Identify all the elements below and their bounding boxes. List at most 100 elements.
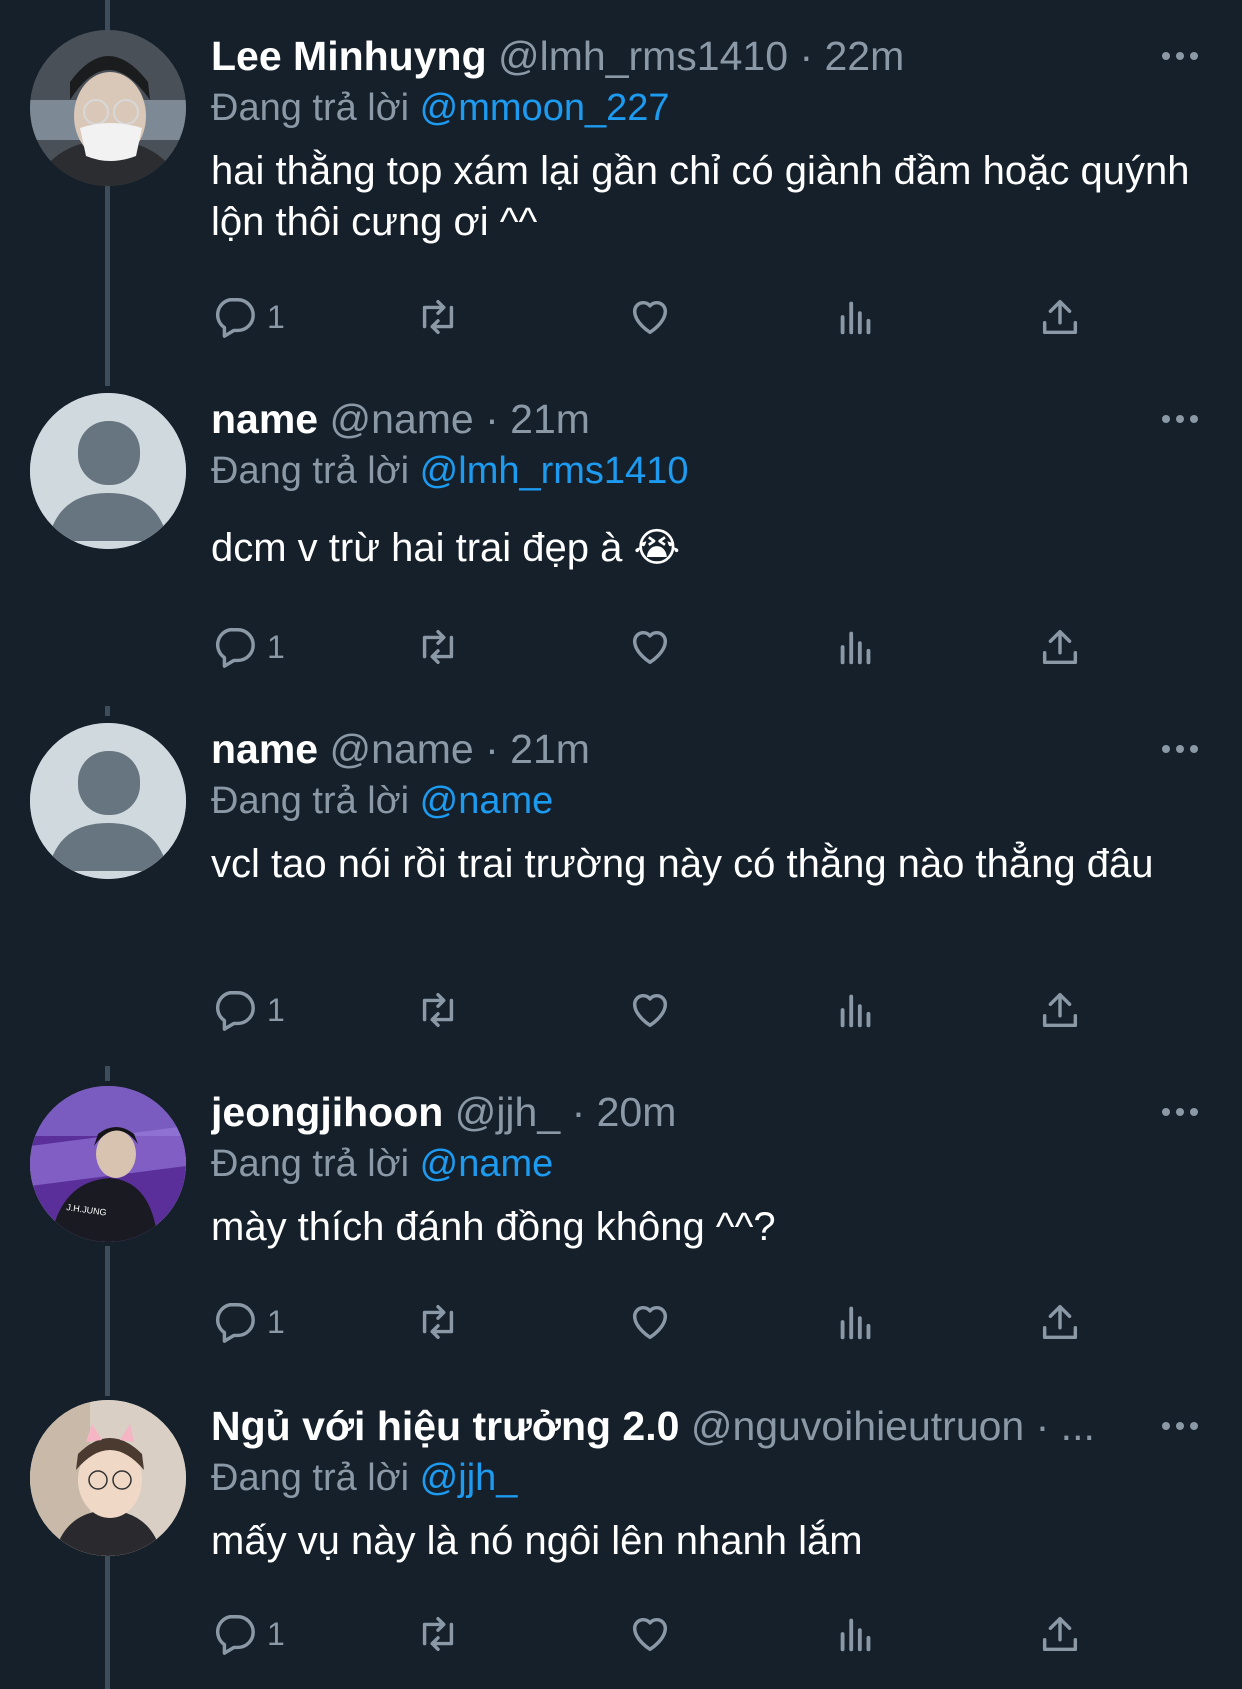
more-icon[interactable]	[1162, 739, 1202, 759]
retweet-icon	[422, 299, 454, 335]
views-button[interactable]	[833, 1606, 879, 1662]
reply-context: Đang trả lời @name	[211, 1138, 1202, 1190]
thread-line-1	[105, 186, 110, 386]
action-bar: 1	[211, 289, 1091, 345]
avatar[interactable]: J.H.JUNG	[30, 1086, 186, 1242]
avatar[interactable]	[30, 723, 186, 879]
retweet-button[interactable]	[415, 619, 461, 675]
share-button[interactable]	[1037, 1606, 1083, 1662]
retweet-icon	[422, 629, 454, 665]
share-icon	[1042, 992, 1078, 1028]
reply-count: 1	[267, 298, 285, 335]
views-icon	[840, 301, 871, 335]
like-button[interactable]	[627, 289, 673, 345]
tweet-text: mấy vụ này là nó ngôi lên nhanh lắm	[211, 1519, 863, 1563]
reply-prefix: Đang trả lời	[211, 87, 410, 129]
views-icon	[840, 1618, 871, 1652]
timestamp[interactable]: 20m	[597, 1089, 677, 1135]
share-icon	[1042, 1304, 1078, 1340]
separator: ·	[485, 396, 499, 442]
action-bar: 1	[211, 619, 1091, 675]
timestamp[interactable]: 22m	[825, 33, 905, 79]
more-icon[interactable]	[1162, 1102, 1202, 1122]
reply-button[interactable]: 1	[211, 1294, 285, 1350]
share-button[interactable]	[1037, 619, 1083, 675]
thread-line-top	[105, 0, 110, 30]
handle[interactable]: @name	[330, 396, 474, 442]
heart-icon	[632, 300, 668, 335]
views-button[interactable]	[833, 289, 879, 345]
more-icon[interactable]	[1162, 46, 1202, 66]
display-name[interactable]: Lee Minhuyng	[211, 33, 487, 79]
reply-prefix: Đang trả lời	[211, 450, 410, 492]
retweet-button[interactable]	[415, 289, 461, 345]
reply-icon	[215, 1615, 255, 1655]
avatar[interactable]	[30, 1400, 186, 1556]
like-button[interactable]	[627, 619, 673, 675]
like-button[interactable]	[627, 1294, 673, 1350]
tweet-text: vcl tao nói rồi trai trường này có thằng…	[211, 842, 1154, 886]
tweet-header: name @name · 21m	[211, 723, 1202, 775]
reply-to-link[interactable]: @name	[420, 1143, 554, 1185]
tweet-header: name @name · 21m	[211, 393, 1202, 445]
tweet-text: hai thằng top xám lại gần chỉ có giành đ…	[211, 149, 1190, 244]
action-bar: 1	[211, 1606, 1091, 1662]
reply-icon	[215, 298, 255, 338]
like-button[interactable]	[627, 1606, 673, 1662]
reply-icon	[215, 1303, 255, 1343]
display-name[interactable]: jeongjihoon	[211, 1089, 443, 1135]
reply-count: 1	[267, 1615, 285, 1652]
separator: ·	[799, 33, 814, 79]
handle[interactable]: @nguvoihieutruon	[691, 1403, 1024, 1449]
reply-to-link[interactable]: @lmh_rms1410	[420, 450, 689, 492]
separator: ·	[571, 1089, 586, 1135]
views-icon	[840, 994, 871, 1028]
reply-button[interactable]: 1	[211, 1606, 285, 1662]
views-button[interactable]	[833, 619, 879, 675]
retweet-button[interactable]	[415, 1606, 461, 1662]
reply-context: Đang trả lời @name	[211, 775, 1202, 827]
heart-icon	[632, 630, 668, 665]
handle[interactable]: @lmh_rms1410	[498, 33, 788, 79]
heart-icon	[632, 1617, 668, 1652]
retweet-button[interactable]	[415, 982, 461, 1038]
reply-prefix: Đang trả lời	[211, 780, 410, 822]
views-icon	[840, 1306, 871, 1340]
separator: · ...	[1035, 1403, 1095, 1449]
views-button[interactable]	[833, 1294, 879, 1350]
share-button[interactable]	[1037, 1294, 1083, 1350]
reply-button[interactable]: 1	[211, 289, 285, 345]
share-button[interactable]	[1037, 289, 1083, 345]
like-button[interactable]	[627, 982, 673, 1038]
timestamp[interactable]: 21m	[510, 396, 590, 442]
avatar[interactable]	[30, 30, 186, 186]
handle[interactable]: @jjh_	[455, 1089, 560, 1135]
avatar[interactable]	[30, 393, 186, 549]
retweet-button[interactable]	[415, 1294, 461, 1350]
thread-line-4	[105, 1246, 110, 1396]
reply-count: 1	[267, 628, 285, 665]
more-icon[interactable]	[1162, 1416, 1202, 1436]
share-icon	[1042, 299, 1078, 335]
retweet-icon	[422, 1304, 454, 1340]
reply-count: 1	[267, 991, 285, 1028]
reply-to-link[interactable]: @jjh_	[420, 1457, 518, 1499]
handle[interactable]: @name	[330, 726, 474, 772]
reply-button[interactable]: 1	[211, 982, 285, 1038]
reply-to-link[interactable]: @mmoon_227	[420, 87, 670, 129]
timestamp[interactable]: 21m	[510, 726, 590, 772]
reply-button[interactable]: 1	[211, 619, 285, 675]
views-button[interactable]	[833, 982, 879, 1038]
more-icon[interactable]	[1162, 409, 1202, 429]
thread-line-3	[105, 1066, 110, 1081]
display-name[interactable]: name	[211, 396, 318, 442]
tweet-header: Lee Minhuyng @lmh_rms1410 · 22m	[211, 30, 1202, 82]
share-button[interactable]	[1037, 982, 1083, 1038]
heart-icon	[632, 993, 668, 1028]
reply-to-link[interactable]: @name	[420, 780, 554, 822]
share-icon	[1042, 1616, 1078, 1652]
action-bar: 1	[211, 1294, 1091, 1350]
display-name[interactable]: name	[211, 726, 318, 772]
display-name[interactable]: Ngủ với hiệu trưởng 2.0	[211, 1403, 679, 1449]
retweet-icon	[422, 1616, 454, 1652]
